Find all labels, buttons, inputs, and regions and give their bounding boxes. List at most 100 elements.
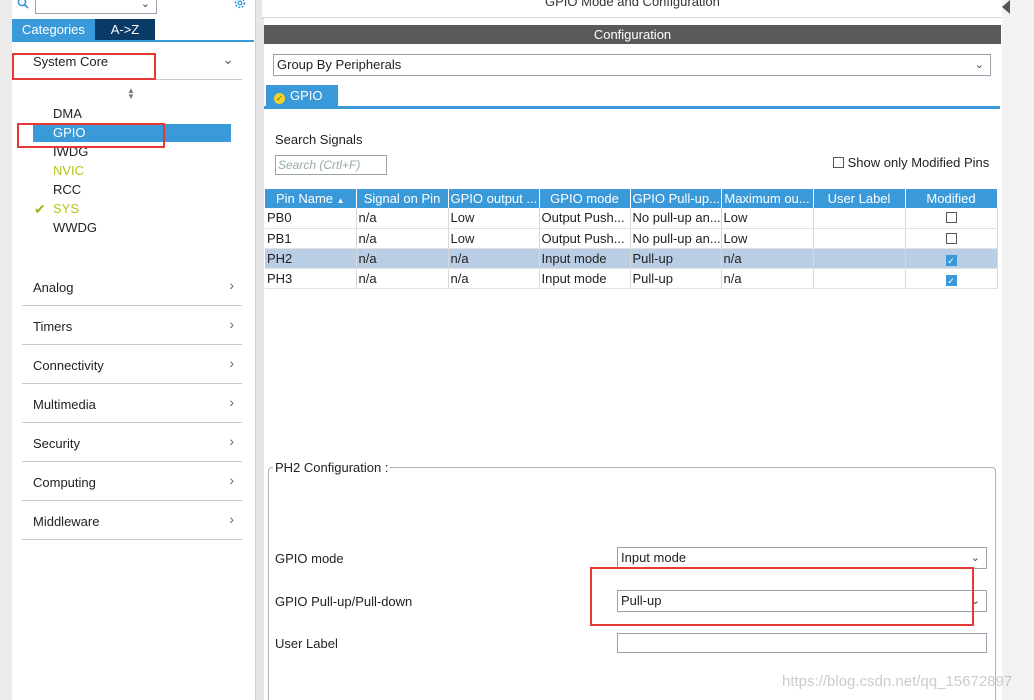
chevron-right-icon: ›	[229, 394, 234, 410]
sort-icon: ▲	[336, 196, 345, 205]
check-icon: ✔	[34, 201, 46, 217]
tab-gpio[interactable]: ✓ GPIO	[266, 85, 338, 107]
cell-modified: ✓	[905, 268, 998, 289]
gpio-mode-label: GPIO mode	[275, 551, 344, 566]
cell-pin: PH3	[265, 268, 357, 289]
cell-pin: PB0	[265, 208, 357, 229]
group-label: Middleware	[33, 514, 100, 529]
cell-mode: Output Push...	[539, 228, 631, 249]
cell-output: n/a	[448, 268, 540, 289]
search-signals-input[interactable]: Search (Crtl+F)	[275, 155, 387, 175]
checkbox-icon[interactable]	[945, 212, 957, 224]
col-pin-name[interactable]: Pin Name ▲	[265, 189, 357, 208]
chevron-right-icon: ›	[229, 433, 234, 449]
configuration-bar: Configuration	[264, 25, 1001, 44]
gpio-mode-select[interactable]: Input mode ⌄	[617, 547, 987, 569]
tab-a-to-z[interactable]: A->Z	[95, 19, 155, 41]
cell-max: n/a	[721, 248, 814, 269]
component-search-input[interactable]: ⌄	[35, 0, 157, 14]
chevron-right-icon: ›	[229, 472, 234, 488]
chevron-down-icon: ⌄	[222, 51, 234, 67]
cell-pull: Pull-up	[630, 268, 722, 289]
cell-max: Low	[721, 228, 814, 249]
group-timers[interactable]: Timers ›	[22, 307, 242, 345]
highlight-gpio	[17, 123, 165, 148]
cell-pull: Pull-up	[630, 248, 722, 269]
signals-table: Pin Name ▲ Signal on Pin GPIO output ...…	[265, 189, 998, 289]
table-row[interactable]: PB1 n/a Low Output Push... No pull-up an…	[265, 228, 998, 249]
col-gpio-pull[interactable]: GPIO Pull-up...	[630, 189, 722, 208]
checkbox-checked-icon[interactable]: ✓	[945, 254, 957, 266]
pin-configuration-legend: PH2 Configuration :	[273, 460, 391, 475]
cell-user-label	[813, 208, 906, 229]
group-middleware[interactable]: Middleware ›	[22, 502, 242, 540]
col-max-output[interactable]: Maximum ou...	[721, 189, 814, 208]
checkbox-checked-icon[interactable]: ✓	[945, 274, 957, 286]
search-icon[interactable]	[17, 0, 29, 9]
panel-splitter[interactable]	[256, 0, 264, 700]
watermark: https://blog.csdn.net/qq_15672897	[782, 673, 1013, 690]
checkbox-icon[interactable]	[833, 157, 844, 168]
cell-max: Low	[721, 208, 814, 229]
cell-signal: n/a	[356, 248, 449, 269]
col-gpio-mode[interactable]: GPIO mode	[539, 189, 631, 208]
group-label: Timers	[33, 319, 73, 334]
col-modified[interactable]: Modified	[905, 189, 998, 208]
chevron-down-icon: ⌄	[974, 59, 984, 71]
cell-pull: No pull-up an...	[630, 228, 722, 249]
group-label: Security	[33, 436, 80, 451]
cell-signal: n/a	[356, 268, 449, 289]
category-tabs: Categories A->Z	[12, 19, 155, 41]
table-row[interactable]: PB0 n/a Low Output Push... No pull-up an…	[265, 208, 998, 229]
group-security[interactable]: Security ›	[22, 424, 242, 462]
group-connectivity[interactable]: Connectivity ›	[22, 346, 242, 384]
cell-user-label	[813, 268, 906, 289]
cell-modified	[905, 228, 998, 249]
cell-pin: PB1	[265, 228, 357, 249]
check-icon: ✓	[274, 93, 285, 104]
sidebar-item-nvic[interactable]: NVIC	[53, 162, 84, 180]
search-signals-label: Search Signals	[275, 132, 363, 147]
left-edge-strip	[0, 0, 12, 700]
cell-mode: Output Push...	[539, 208, 631, 229]
collapse-arrow-icon[interactable]	[1002, 0, 1010, 14]
gear-icon[interactable]	[232, 0, 248, 10]
group-label: Connectivity	[33, 358, 104, 373]
tab-gpio-label: GPIO	[290, 88, 323, 103]
highlight-system-core	[12, 53, 156, 80]
group-analog[interactable]: Analog ›	[22, 268, 242, 306]
cell-modified: ✓	[905, 248, 998, 269]
chevron-down-icon[interactable]: ⌄	[141, 0, 150, 10]
cell-pin: PH2	[265, 248, 357, 269]
checkbox-icon[interactable]	[945, 232, 957, 244]
show-modified-label: Show only Modified Pins	[847, 155, 990, 170]
cell-output: n/a	[448, 248, 540, 269]
group-multimedia[interactable]: Multimedia ›	[22, 385, 242, 423]
sidebar-item-wwdg[interactable]: WWDG	[53, 219, 97, 237]
show-modified-checkbox[interactable]: Show only Modified Pins	[833, 155, 989, 170]
table-row-selected[interactable]: PH2 n/a n/a Input mode Pull-up n/a ✓	[265, 248, 998, 269]
cell-mode: Input mode	[539, 268, 631, 289]
table-row[interactable]: PH3 n/a n/a Input mode Pull-up n/a ✓	[265, 268, 998, 289]
user-label-input[interactable]	[617, 633, 987, 653]
chevron-right-icon: ›	[229, 511, 234, 527]
right-edge-strip	[1002, 0, 1034, 700]
page-title: GPIO Mode and Configuration	[545, 0, 720, 9]
col-signal[interactable]: Signal on Pin	[356, 189, 449, 208]
tab-categories[interactable]: Categories	[12, 19, 95, 41]
cell-user-label	[813, 228, 906, 249]
sidebar-item-dma[interactable]: DMA	[53, 105, 82, 123]
gpio-pull-label: GPIO Pull-up/Pull-down	[275, 594, 413, 609]
chevron-right-icon: ›	[229, 316, 234, 332]
sort-arrows-icon[interactable]: ▲ ▼	[126, 87, 136, 101]
cell-user-label	[813, 248, 906, 269]
col-gpio-output[interactable]: GPIO output ...	[448, 189, 540, 208]
group-computing[interactable]: Computing ›	[22, 463, 242, 501]
group-by-select[interactable]: Group By Peripherals ⌄	[273, 54, 991, 76]
col-user-label[interactable]: User Label	[813, 189, 906, 208]
group-by-value: Group By Peripherals	[277, 57, 402, 72]
sidebar-item-sys[interactable]: SYS	[53, 200, 79, 218]
cell-pull: No pull-up an...	[630, 208, 722, 229]
sidebar-item-rcc[interactable]: RCC	[53, 181, 81, 199]
cell-max: n/a	[721, 268, 814, 289]
